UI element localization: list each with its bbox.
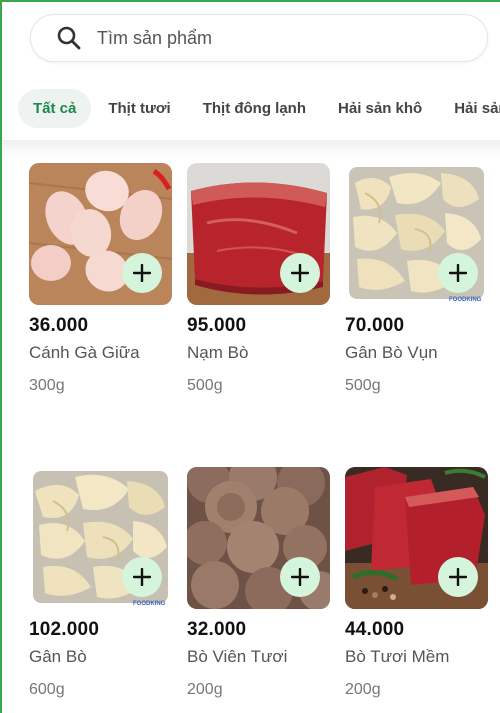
add-to-cart-button[interactable] bbox=[122, 253, 162, 293]
product-name: Gân Bò bbox=[29, 647, 87, 666]
product-image bbox=[187, 467, 330, 609]
plus-icon bbox=[449, 264, 467, 282]
product-card[interactable]: 32.000 Bò Viên Tươi 200g bbox=[187, 467, 332, 699]
product-card[interactable]: 44.000 Bò Tươi Mềm 200g bbox=[345, 467, 490, 699]
product-image bbox=[29, 163, 172, 305]
product-card[interactable]: FOODKING 70.000 Gân Bò Vụn 500g bbox=[345, 163, 490, 395]
product-price: 44.000 bbox=[345, 619, 405, 640]
product-price: 36.000 bbox=[29, 315, 89, 336]
product-price: 102.000 bbox=[29, 619, 100, 640]
add-to-cart-button[interactable] bbox=[438, 253, 478, 293]
add-to-cart-button[interactable] bbox=[438, 557, 478, 597]
product-image bbox=[345, 467, 488, 609]
product-weight: 500g bbox=[345, 377, 381, 394]
plus-icon bbox=[133, 568, 151, 586]
plus-icon bbox=[291, 568, 309, 586]
watermark: FOODKING bbox=[449, 297, 482, 303]
plus-icon bbox=[133, 264, 151, 282]
product-weight: 200g bbox=[345, 681, 381, 698]
product-price: 70.000 bbox=[345, 315, 405, 336]
watermark: FOODKING bbox=[133, 601, 166, 607]
product-weight: 500g bbox=[187, 377, 223, 394]
product-price: 32.000 bbox=[187, 619, 247, 640]
product-price: 95.000 bbox=[187, 315, 247, 336]
product-grid: 36.000 Cánh Gà Giữa 300g 95.000 Nạm Bò 5… bbox=[0, 0, 500, 713]
product-name: Gân Bò Vụn bbox=[345, 343, 438, 362]
product-name: Cánh Gà Giữa bbox=[29, 343, 140, 362]
product-name: Nạm Bò bbox=[187, 343, 249, 362]
product-weight: 300g bbox=[29, 377, 65, 394]
plus-icon bbox=[449, 568, 467, 586]
product-card[interactable]: 95.000 Nạm Bò 500g bbox=[187, 163, 332, 395]
product-card[interactable]: FOODKING 102.000 Gân Bò 600g bbox=[29, 467, 174, 699]
product-weight: 200g bbox=[187, 681, 223, 698]
product-image bbox=[187, 163, 330, 305]
product-image: FOODKING bbox=[345, 163, 488, 305]
product-image: FOODKING bbox=[29, 467, 172, 609]
product-card[interactable]: 36.000 Cánh Gà Giữa 300g bbox=[29, 163, 174, 395]
product-name: Bò Viên Tươi bbox=[187, 647, 288, 666]
product-weight: 600g bbox=[29, 681, 65, 698]
add-to-cart-button[interactable] bbox=[280, 557, 320, 597]
add-to-cart-button[interactable] bbox=[122, 557, 162, 597]
product-name: Bò Tươi Mềm bbox=[345, 647, 450, 666]
plus-icon bbox=[291, 264, 309, 282]
add-to-cart-button[interactable] bbox=[280, 253, 320, 293]
